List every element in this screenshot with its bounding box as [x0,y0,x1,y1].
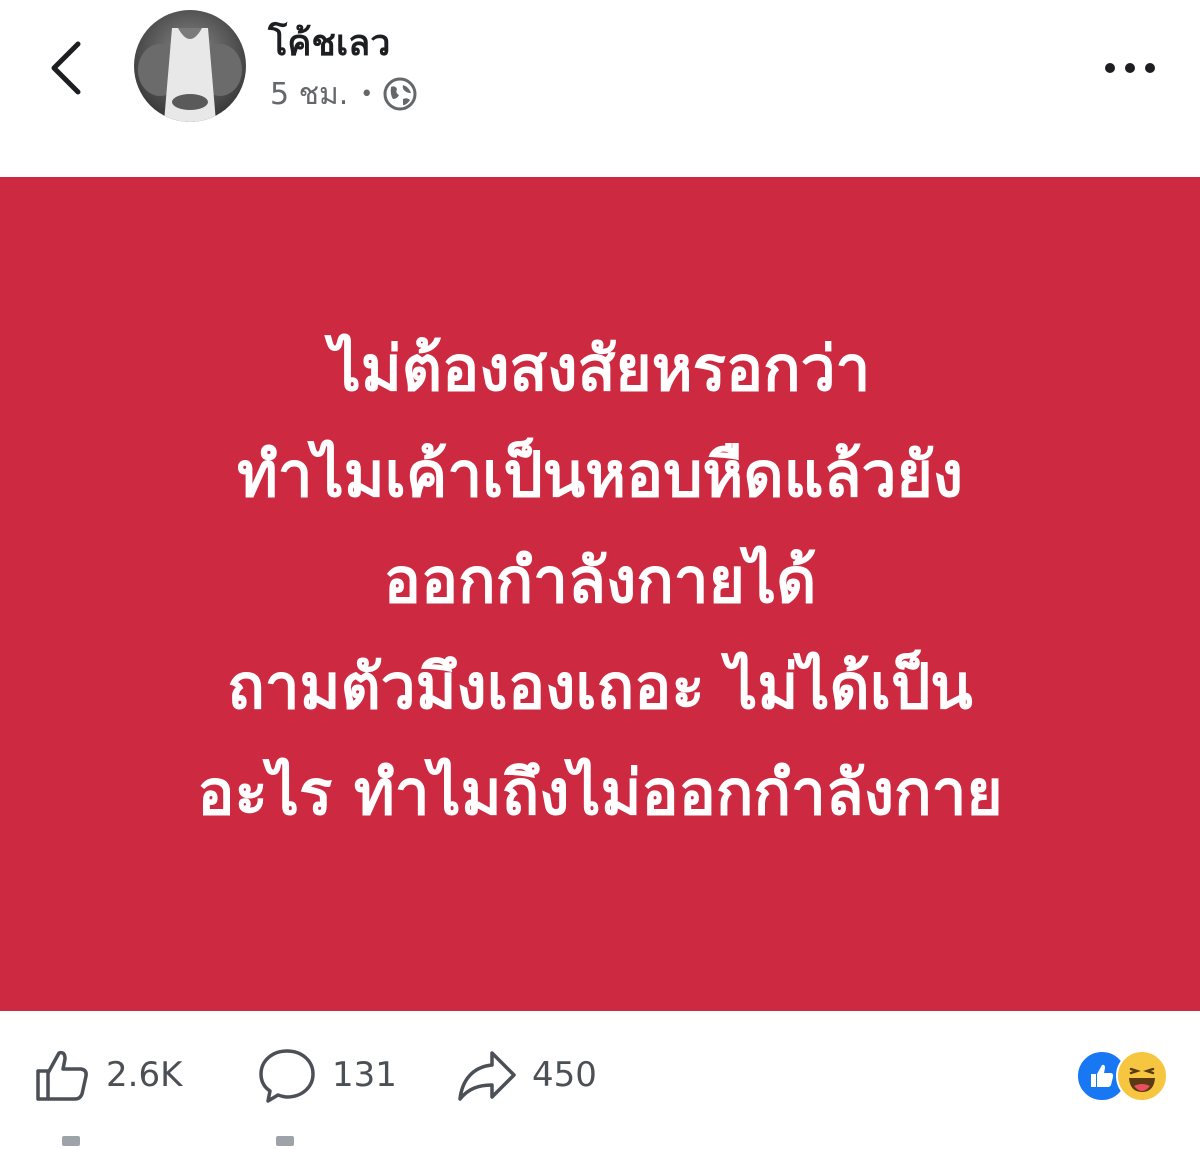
post-text-line: ถามตัวมึงเองเถอะ ไม่ได้เป็น [227,650,973,723]
haha-icon [1116,1050,1168,1102]
post-meta: 5 ชม. • [270,74,417,114]
share-arrow-icon [458,1051,516,1101]
globe-icon [383,77,417,111]
more-options-button[interactable] [1100,48,1160,88]
comment-icon [259,1049,315,1103]
peek-mark [62,1136,80,1146]
comment-button[interactable]: 131 [256,1040,397,1110]
next-section-peek [0,1130,1200,1149]
post-text-card[interactable]: ไม่ต้องสงสัยหรอกว่า ทำไมเค้าเป็นหอบหืดแล… [0,177,1200,1011]
post-text-line: ทำไมเค้าเป็นหอบหืดแล้วยัง [236,438,964,511]
reactions-summary[interactable] [1076,1050,1168,1102]
post-time[interactable]: 5 ชม. [270,71,348,118]
like-count: 2.6K [106,1055,183,1095]
author-name[interactable]: โค้ชเลว [268,18,390,70]
post-text-line: อะไร ทำไมถึงไม่ออกกำลังกาย [197,756,1003,829]
post-header: โค้ชเลว 5 ชม. • [0,0,1200,170]
share-button[interactable]: 450 [456,1040,597,1110]
like-button[interactable]: 2.6K [32,1040,182,1110]
post-text-line: ออกกำลังกายได้ [383,544,817,617]
thumbs-up-icon [36,1050,88,1101]
ellipsis-icon [1105,63,1155,73]
post-text: ไม่ต้องสงสัยหรอกว่า ทำไมเค้าเป็นหอบหืดแล… [197,316,1003,846]
share-count: 450 [532,1055,597,1095]
chevron-left-icon [51,41,81,95]
post-text-line: ไม่ต้องสงสัยหรอกว่า [329,332,871,405]
comment-count: 131 [332,1055,397,1095]
post-view: โค้ชเลว 5 ชม. • ไม่ต้องสงสัยหรอกว่า ทำไม… [0,0,1200,1149]
avatar-image [134,10,246,122]
action-bar: 2.6K 131 450 [0,1030,1200,1120]
meta-separator: • [360,81,374,107]
back-button[interactable] [38,38,94,98]
avatar[interactable] [134,10,246,122]
peek-mark [276,1136,294,1146]
